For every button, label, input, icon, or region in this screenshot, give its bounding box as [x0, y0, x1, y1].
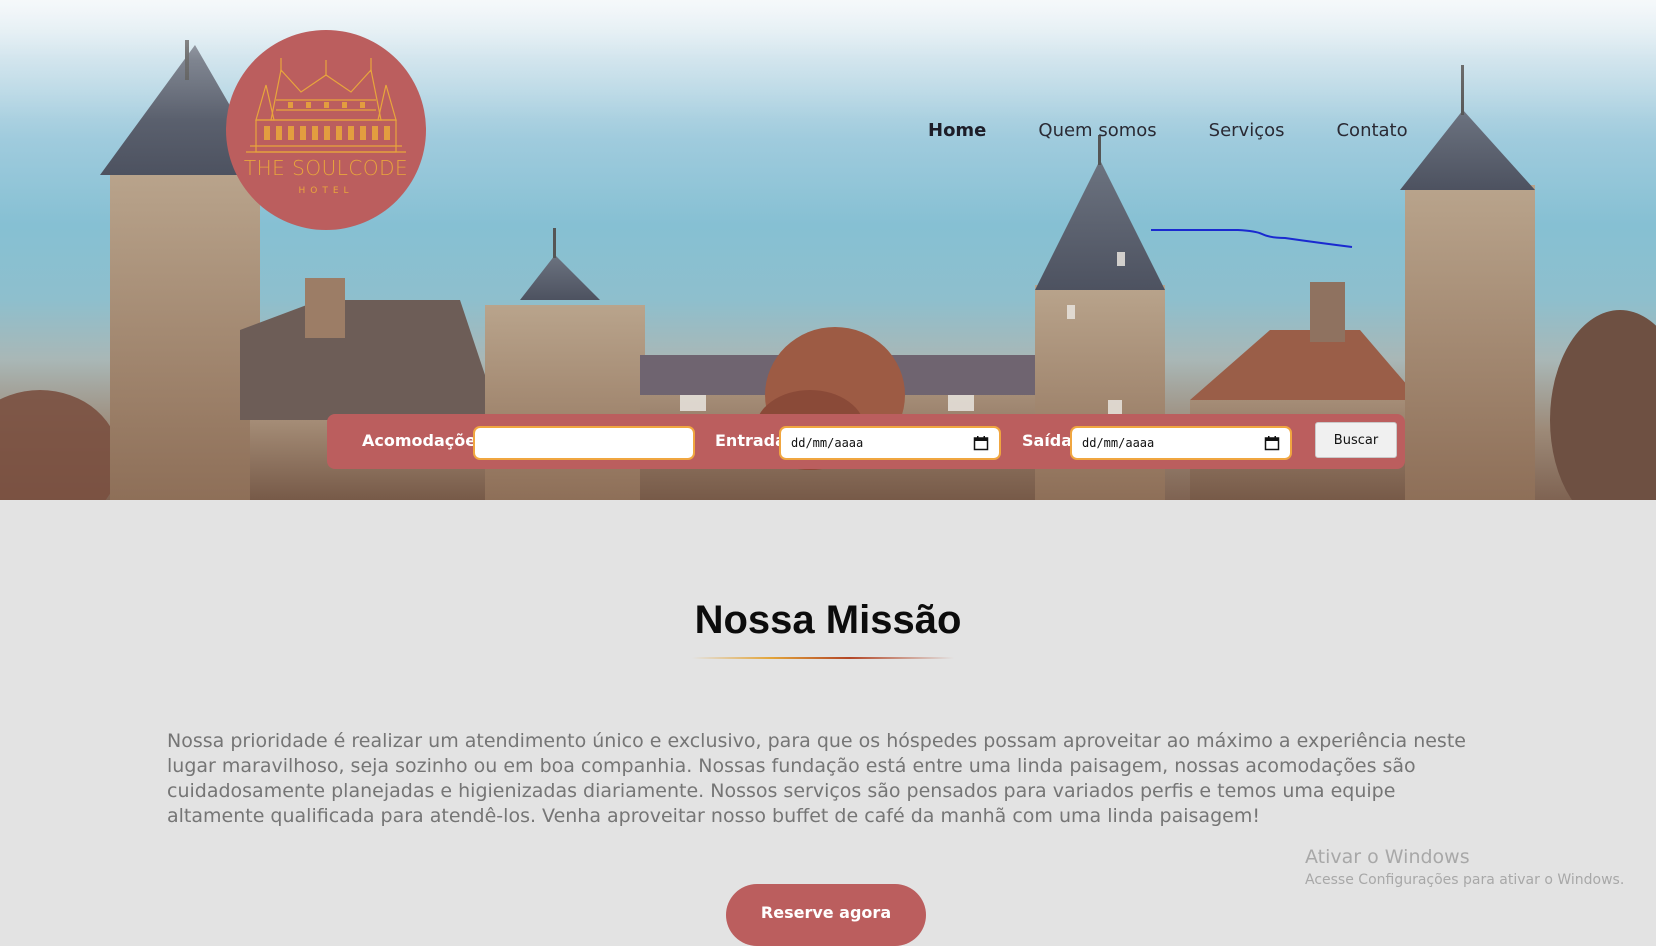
nav-item-contato[interactable]: Contato: [1336, 120, 1407, 146]
mission-text: Nossa prioridade é realizar um atendimen…: [167, 730, 1466, 827]
logo-brand-name: THE SOULCODE: [243, 156, 409, 180]
logo-brand-sub: HOTEL: [298, 186, 354, 196]
reserve-now-button[interactable]: Reserve agora: [726, 884, 926, 946]
accommodations-input[interactable]: [473, 426, 695, 460]
main-nav: Home Quem somos Serviços Contato: [928, 120, 1408, 146]
castle-logo-icon: [246, 58, 406, 153]
checkin-date-input[interactable]: dd/mm/aaaa: [779, 426, 1001, 460]
nav-item-quem-somos[interactable]: Quem somos: [1038, 120, 1156, 146]
section-title: Nossa Missão: [694, 598, 962, 642]
accommodations-label: Acomodações: [362, 431, 486, 450]
hotel-logo[interactable]: THE SOULCODE HOTEL: [226, 30, 426, 230]
nav-item-servicos[interactable]: Serviços: [1209, 120, 1285, 146]
booking-search-bar: Acomodações Entrada dd/mm/aaaa Saída dd/…: [327, 414, 1405, 469]
checkin-placeholder: dd/mm/aaaa: [791, 436, 864, 450]
nav-item-home[interactable]: Home: [928, 120, 986, 146]
windows-activation-title: Ativar o Windows: [1305, 846, 1470, 868]
calendar-icon[interactable]: [1264, 435, 1280, 451]
calendar-icon[interactable]: [973, 435, 989, 451]
checkout-placeholder: dd/mm/aaaa: [1082, 436, 1155, 450]
checkout-date-input[interactable]: dd/mm/aaaa: [1070, 426, 1292, 460]
hero-banner: THE SOULCODE HOTEL Home Quem somos Servi…: [0, 0, 1656, 500]
title-underline: [692, 657, 954, 659]
windows-activation-subtitle: Acesse Configurações para ativar o Windo…: [1305, 872, 1625, 888]
search-button[interactable]: Buscar: [1315, 422, 1397, 458]
checkout-label: Saída: [1022, 431, 1073, 450]
checkin-label: Entrada: [715, 431, 786, 450]
